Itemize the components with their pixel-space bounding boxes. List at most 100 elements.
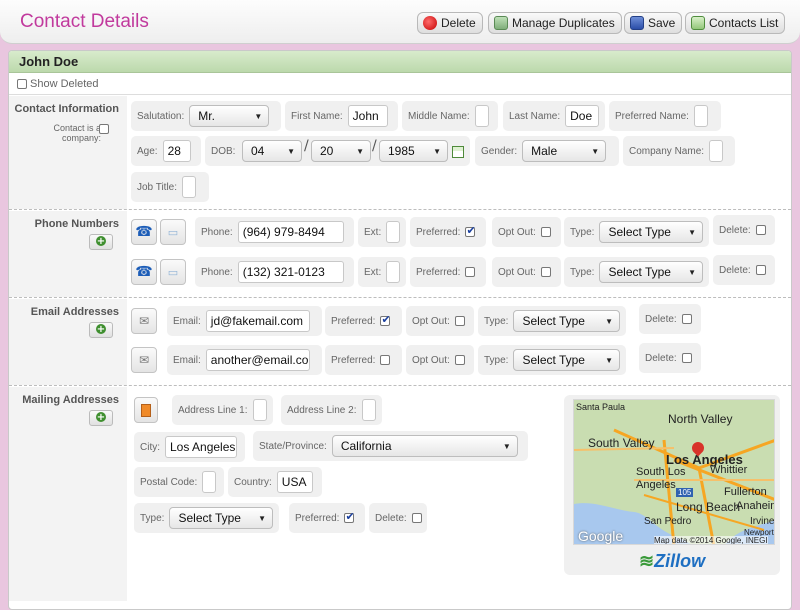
state-label: State/Province:	[259, 440, 327, 452]
chevron-down-icon: ▼	[287, 146, 295, 156]
email-opt-out-checkbox[interactable]	[454, 355, 465, 365]
phone-type-select[interactable]: Select Type ▼	[599, 261, 703, 283]
phone-opt-out-checkbox[interactable]	[540, 227, 551, 237]
gender-value: Male	[531, 144, 558, 158]
state-select[interactable]: California ▼	[331, 435, 518, 457]
job-title-field[interactable]	[182, 176, 197, 198]
phone-preferred-box: Preferred:	[410, 257, 486, 287]
chevron-down-icon: ▼	[688, 267, 696, 277]
contact-information-section: Contact Information Contact is a company…	[9, 96, 791, 210]
country-field[interactable]: USA	[276, 471, 313, 493]
page-title: Contact Details	[20, 11, 149, 32]
email-delete-checkbox[interactable]	[681, 353, 692, 363]
phone-preferred-box: Preferred:	[410, 217, 486, 247]
salutation-box: Salutation: Mr. ▼	[131, 101, 281, 131]
preferred-label: Preferred:	[331, 315, 376, 327]
address-type-select[interactable]: Select Type ▼	[169, 507, 273, 529]
postal-code-field[interactable]	[202, 471, 217, 493]
dob-label: DOB:	[211, 145, 236, 157]
address-line-2-field[interactable]	[361, 399, 376, 421]
phone-delete-box: Delete:	[713, 215, 775, 245]
address-preferred-checkbox[interactable]	[344, 510, 355, 523]
zillow-logo[interactable]: ≋Zillow	[639, 551, 705, 572]
email-opt-out-checkbox[interactable]	[454, 316, 465, 326]
is-company-checkbox[interactable]	[99, 124, 109, 134]
ext-field[interactable]	[386, 261, 400, 283]
address-delete-checkbox[interactable]	[411, 513, 422, 523]
envelope-icon: ✉	[138, 353, 150, 367]
phone-opt-out-checkbox[interactable]	[540, 267, 551, 277]
phone-preferred-checkbox[interactable]	[465, 224, 476, 237]
contact-panel: John Doe Show Deleted Contact Informatio…	[8, 50, 792, 610]
age-field[interactable]: 28	[162, 140, 191, 162]
show-deleted-row: Show Deleted	[9, 73, 791, 95]
state-value: California	[340, 439, 392, 453]
address-line-1-field[interactable]	[252, 399, 267, 421]
salutation-value: Mr.	[198, 109, 215, 123]
postal-code-box: Postal Code:	[134, 467, 224, 497]
dob-day-select[interactable]: 20 ▼	[311, 140, 371, 162]
company-name-field[interactable]	[709, 140, 724, 162]
address-book-button[interactable]	[134, 397, 158, 423]
show-deleted-checkbox[interactable]	[17, 78, 27, 89]
route-shield: 105	[676, 488, 694, 497]
send-email-button[interactable]: ✉	[131, 308, 157, 334]
email-box: Email: jd@fakemail.com	[167, 306, 322, 336]
add-phone-button[interactable]	[89, 234, 113, 250]
delete-button[interactable]: Delete	[417, 12, 483, 34]
phone-field[interactable]: (132) 321-0123	[237, 261, 344, 283]
middle-name-field[interactable]	[474, 105, 489, 127]
preferred-name-field[interactable]	[693, 105, 708, 127]
email-addresses-title: Email Addresses	[30, 306, 119, 318]
city-box: City: Los Angeles	[134, 432, 245, 462]
dob-year-select[interactable]: 1985 ▼	[379, 140, 448, 162]
phone-call-button[interactable]: ☎	[131, 259, 157, 285]
email-preferred-checkbox[interactable]	[380, 313, 391, 326]
address-line-1-label: Address Line 1:	[178, 404, 248, 416]
calendar-icon[interactable]	[452, 146, 464, 158]
ext-field[interactable]	[386, 221, 400, 243]
last-name-field[interactable]: Doe	[565, 105, 599, 127]
city-field[interactable]: Los Angeles	[165, 436, 237, 458]
add-address-button[interactable]	[89, 410, 113, 426]
email-delete-checkbox[interactable]	[681, 314, 692, 324]
first-name-field[interactable]: John	[347, 105, 388, 127]
contact-name: John Doe	[9, 51, 791, 73]
phone-type-value: Select Type	[608, 265, 671, 279]
preferred-name-box: Preferred Name:	[609, 101, 721, 131]
email-field[interactable]: jd@fakemail.com	[205, 310, 310, 332]
contacts-list-button[interactable]: Contacts List	[685, 12, 786, 34]
email-preferred-box: Preferred:	[325, 345, 402, 375]
phone-call-button[interactable]: ☎	[131, 219, 157, 245]
email-type-value: Select Type	[522, 353, 585, 367]
header-bar: Contact Details Delete Manage Duplicates…	[0, 0, 800, 44]
middle-name-box: Middle Name:	[402, 101, 498, 131]
email-preferred-checkbox[interactable]	[380, 355, 391, 365]
phone-delete-checkbox[interactable]	[755, 265, 766, 275]
phone-type-select[interactable]: Select Type ▼	[599, 221, 703, 243]
save-button[interactable]: Save	[624, 12, 683, 34]
manage-duplicates-button[interactable]: Manage Duplicates	[488, 12, 622, 34]
sms-button[interactable]: ▭	[160, 259, 186, 285]
email-opt-out-box: Opt Out:	[406, 306, 474, 336]
salutation-select[interactable]: Mr. ▼	[189, 105, 270, 127]
first-name-box: First Name: John	[285, 101, 398, 131]
email-type-select[interactable]: Select Type ▼	[513, 349, 620, 371]
first-name-label: First Name:	[291, 110, 343, 122]
gender-select[interactable]: Male ▼	[522, 140, 607, 162]
preferred-label: Preferred:	[331, 354, 376, 366]
phone-preferred-checkbox[interactable]	[465, 267, 476, 277]
address-delete-box: Delete:	[369, 503, 427, 533]
address-line-1-box: Address Line 1:	[172, 395, 273, 425]
send-email-button[interactable]: ✉	[131, 347, 157, 373]
phone-delete-checkbox[interactable]	[755, 225, 766, 235]
email-type-select[interactable]: Select Type ▼	[513, 310, 620, 332]
sms-button[interactable]: ▭	[160, 219, 186, 245]
dob-month-select[interactable]: 04 ▼	[242, 140, 302, 162]
envelope-icon: ✉	[138, 314, 150, 328]
map-image[interactable]: Santa Paula North Valley South Valley Lo…	[573, 399, 775, 545]
ext-box: Ext:	[358, 257, 406, 287]
phone-field[interactable]: (964) 979-8494	[237, 221, 344, 243]
email-field[interactable]: another@email.com	[205, 349, 310, 371]
add-email-button[interactable]	[89, 322, 113, 338]
